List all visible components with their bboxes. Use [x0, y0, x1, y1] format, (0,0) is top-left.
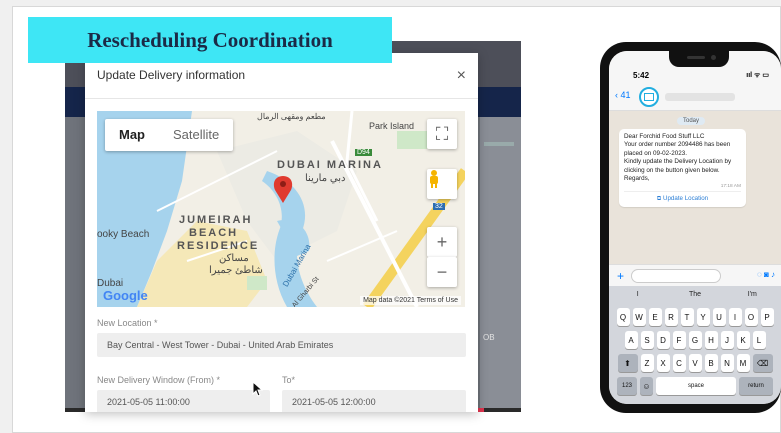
to-window-label: To* [282, 375, 296, 385]
phone-status-icons: ııl ᯤ ▭ [746, 72, 769, 79]
key-b[interactable]: B [704, 354, 718, 372]
keyboard-row-2: A S D F G H J K L [609, 331, 781, 349]
mouse-cursor-icon [252, 381, 264, 397]
key-l[interactable]: L [752, 331, 766, 349]
map-label-dubai-marina: DUBAI MARINA [277, 159, 383, 171]
key-s[interactable]: S [640, 331, 654, 349]
satellite-tab[interactable]: Satellite [159, 119, 233, 151]
backdrop-right-text: OB [483, 333, 495, 342]
update-delivery-modal: Update Delivery information × Map Satell… [85, 53, 478, 412]
key-t[interactable]: T [680, 308, 694, 326]
chat-input[interactable] [631, 269, 721, 283]
from-window-input[interactable]: 2021-05-05 11:00:00 [97, 390, 270, 412]
plus-icon[interactable]: + [617, 269, 624, 283]
key-g[interactable]: G [688, 331, 702, 349]
chat-contact-name [665, 93, 735, 101]
keyboard-row-4: 123 ☺ space return [609, 377, 781, 395]
slide-title-banner: Rescheduling Coordination [28, 17, 392, 63]
slide-title: Rescheduling Coordination [87, 27, 333, 52]
key-y[interactable]: Y [696, 308, 710, 326]
shift-key[interactable]: ⬆ [617, 354, 638, 372]
map-label-top-ar: مطعم ومقهى الرمال [257, 112, 326, 121]
zoom-in-icon[interactable]: + [427, 227, 457, 257]
key-v[interactable]: V [688, 354, 702, 372]
emoji-key[interactable]: ☺ [640, 377, 653, 395]
chat-back-button[interactable]: ‹ 41 [615, 90, 631, 100]
key-e[interactable]: E [648, 308, 662, 326]
suggestion-2[interactable]: The [666, 286, 723, 304]
map-label-beach-left: ooky Beach [97, 229, 150, 240]
new-location-input[interactable]: Bay Central - West Tower - Dubai - Unite… [97, 333, 466, 357]
key-a[interactable]: A [624, 331, 638, 349]
key-n[interactable]: N [720, 354, 734, 372]
key-c[interactable]: C [672, 354, 686, 372]
close-icon[interactable]: × [457, 67, 466, 85]
map-label-park-island: Park Island [369, 121, 415, 131]
map-label-residence: RESIDENCE [177, 240, 260, 252]
key-k[interactable]: K [736, 331, 750, 349]
map-label-dubai-marina-ar: دبي مارينا [305, 173, 346, 184]
chat-message-bubble: Dear Forchid Food Stuff LLC Your order n… [619, 129, 746, 208]
keyboard-suggestions: I The I'm [609, 286, 781, 304]
phone-mockup: 5:42 ııl ᯤ ▭ ‹ 41 Today Dear Forchid Foo… [600, 42, 781, 413]
sticker-camera-mic-icons[interactable]: ◌ ◙ ♪ [757, 270, 775, 279]
key-r[interactable]: R [664, 308, 678, 326]
suggestion-1[interactable]: I [609, 286, 666, 304]
key-f[interactable]: F [672, 331, 686, 349]
chat-day-badge: Today [677, 117, 706, 125]
key-m[interactable]: M [736, 354, 750, 372]
key-j[interactable]: J [720, 331, 734, 349]
key-w[interactable]: W [632, 308, 646, 326]
key-i[interactable]: I [728, 308, 742, 326]
backdrop-right-panel [480, 117, 521, 412]
return-key[interactable]: return [739, 377, 773, 395]
chat-header: ‹ 41 [609, 85, 781, 111]
key-o[interactable]: O [744, 308, 758, 326]
phone-notch [669, 51, 729, 67]
key-h[interactable]: H [704, 331, 718, 349]
new-location-label: New Location * [97, 318, 158, 328]
chat-body: Today Dear Forchid Food Stuff LLC Your o… [609, 111, 781, 264]
key-d[interactable]: D [656, 331, 670, 349]
modal-title: Update Delivery information [97, 68, 246, 82]
update-location-button[interactable]: ⧉ Update Location [624, 191, 741, 203]
map-road-d94: D94 [355, 149, 372, 156]
space-key[interactable]: space [656, 377, 736, 395]
chat-message-time: 17:18 AM [720, 184, 741, 190]
map-label-jumeirah: JUMEIRAH [179, 214, 253, 226]
chat-avatar[interactable] [639, 87, 659, 107]
map-type-toggle: Map Satellite [105, 119, 234, 151]
map-tab[interactable]: Map [105, 119, 159, 151]
key-z[interactable]: Z [640, 354, 654, 372]
key-p[interactable]: P [760, 308, 774, 326]
key-x[interactable]: X [656, 354, 670, 372]
suggestion-3[interactable]: I'm [724, 286, 781, 304]
street-view-pegman-icon[interactable] [427, 169, 457, 199]
fullscreen-icon[interactable]: ⛶ [427, 119, 457, 149]
location-map[interactable]: Map Satellite ⛶ + − Park Island مطعم ومق… [97, 111, 465, 307]
key-u[interactable]: U [712, 308, 726, 326]
map-label-beach: BEACH [189, 227, 239, 239]
map-label-jbr-ar-2: شاطئ جميرا [209, 265, 263, 276]
google-logo: Google [103, 288, 148, 303]
from-window-label: New Delivery Window (From) * [97, 375, 221, 385]
map-road-32: 32 [433, 203, 445, 210]
map-attribution[interactable]: Map data ©2021 Terms of Use [360, 296, 461, 305]
map-label-jbr-ar-1: مساكن [219, 253, 249, 264]
keyboard-row-1: Q W E R T Y U I O P [609, 308, 781, 326]
key-q[interactable]: Q [616, 308, 630, 326]
chat-message-text: Dear Forchid Food Stuff LLC Your order n… [624, 133, 732, 183]
phone-screen: 5:42 ııl ᯤ ▭ ‹ 41 Today Dear Forchid Foo… [609, 51, 781, 404]
zoom-out-icon[interactable]: − [427, 257, 457, 287]
chat-input-bar: + ◌ ◙ ♪ [609, 264, 781, 286]
to-window-input[interactable]: 2021-05-05 12:00:00 [282, 390, 466, 412]
keyboard-row-3: ⬆ Z X C V B N M ⌫ [609, 354, 781, 372]
phone-time: 5:42 [633, 71, 650, 80]
backspace-key[interactable]: ⌫ [752, 354, 773, 372]
phone-keyboard: I The I'm Q W E R T Y U I O P A S D F G … [609, 286, 781, 404]
numbers-key[interactable]: 123 [617, 377, 637, 395]
